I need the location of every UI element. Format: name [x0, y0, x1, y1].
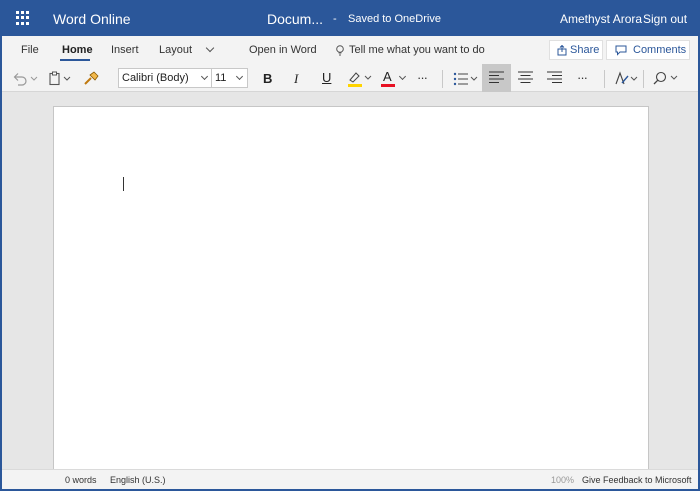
toolbar-divider: [442, 70, 443, 88]
font-size-select[interactable]: 11: [211, 68, 248, 88]
document-canvas: [2, 93, 698, 469]
sign-out-link[interactable]: Sign out: [643, 12, 687, 26]
status-bar: 0 words English (U.S.) 100% Give Feedbac…: [2, 469, 698, 489]
ribbon: File Home Insert Layout Open in Word Tel…: [2, 36, 698, 92]
toolbar-divider: [643, 70, 644, 88]
share-label: Share: [570, 44, 600, 56]
word-online-window: Word Online Docum... - Saved to OneDrive…: [2, 2, 698, 489]
more-tabs-chevron-icon[interactable]: [205, 43, 215, 53]
highlighter-icon: [348, 72, 372, 87]
zoom-level: 100%: [551, 475, 575, 485]
language[interactable]: English (U.S.): [110, 475, 166, 485]
share-icon: [557, 45, 567, 56]
tell-me-search[interactable]: Tell me what you want to do: [349, 44, 485, 56]
share-button[interactable]: Share: [549, 40, 603, 60]
bold-button[interactable]: B: [263, 71, 272, 86]
undo-icon[interactable]: [12, 72, 38, 86]
font-color-chevron-icon: [398, 72, 407, 81]
title-bar: Word Online Docum... - Saved to OneDrive…: [2, 2, 698, 36]
comments-label: Comments: [633, 44, 687, 56]
paste-icon[interactable]: [48, 71, 74, 86]
tab-home[interactable]: Home: [62, 44, 93, 56]
align-left-button[interactable]: [482, 64, 511, 92]
underline-button[interactable]: U: [322, 70, 331, 85]
tab-layout[interactable]: Layout: [159, 44, 192, 56]
comments-button[interactable]: Comments: [606, 40, 690, 60]
more-paragraph-options-button[interactable]: ···: [577, 70, 588, 85]
font-size-value: 11: [215, 72, 227, 84]
text-cursor: [123, 177, 124, 191]
document-page[interactable]: [53, 106, 649, 469]
font-name-chevron-icon: [200, 72, 209, 81]
active-tab-indicator: [60, 59, 90, 61]
app-name-link[interactable]: Word Online: [53, 11, 131, 27]
format-painter-icon[interactable]: [83, 71, 99, 86]
styles-icon[interactable]: [614, 71, 640, 86]
comment-icon: [615, 45, 627, 56]
open-in-word-button[interactable]: Open in Word: [249, 44, 317, 56]
highlight-button[interactable]: [347, 70, 373, 88]
tab-insert[interactable]: Insert: [111, 44, 139, 56]
bullets-icon[interactable]: [453, 72, 479, 86]
align-left-icon: [489, 71, 504, 83]
font-size-chevron-icon: [235, 72, 244, 81]
find-icon[interactable]: [653, 71, 681, 86]
toolbar-divider: [604, 70, 605, 88]
more-font-options-button[interactable]: ···: [417, 70, 428, 85]
font-color-letter: A: [383, 69, 392, 84]
italic-button[interactable]: I: [294, 71, 298, 87]
give-feedback-link[interactable]: Give Feedback to Microsoft: [582, 475, 692, 485]
document-title[interactable]: Docum...: [267, 11, 323, 27]
title-separator: -: [333, 13, 337, 25]
lightbulb-icon: [336, 45, 344, 56]
tab-file[interactable]: File: [21, 44, 39, 56]
font-name-value: Calibri (Body): [122, 72, 189, 84]
font-color-swatch: [381, 84, 395, 87]
user-name[interactable]: Amethyst Arora: [560, 12, 642, 26]
align-right-icon[interactable]: [547, 71, 562, 84]
align-center-icon[interactable]: [518, 71, 533, 84]
save-status: Saved to OneDrive: [348, 13, 441, 25]
app-launcher-icon[interactable]: [16, 11, 30, 25]
font-name-select[interactable]: Calibri (Body): [118, 68, 212, 88]
font-color-button[interactable]: A: [381, 69, 407, 89]
word-count[interactable]: 0 words: [65, 475, 97, 485]
